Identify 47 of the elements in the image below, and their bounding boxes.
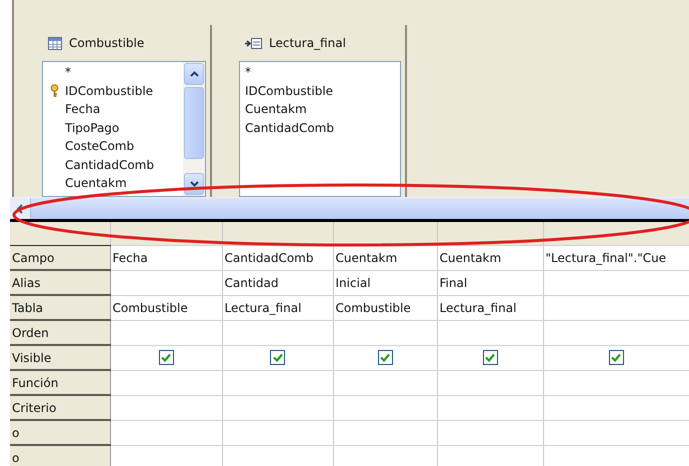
row-label: Tabla xyxy=(10,295,110,320)
scroll-thumb[interactable] xyxy=(184,87,204,159)
grid-cell[interactable]: Lectura_final xyxy=(222,295,333,320)
field-name[interactable]: Cuentakm xyxy=(245,100,307,118)
grid-cell[interactable]: Fecha xyxy=(110,246,222,270)
table-icon xyxy=(48,36,62,50)
field-name[interactable]: Cuentakm xyxy=(65,174,127,192)
horizontal-scrollbar[interactable] xyxy=(10,197,689,219)
field-name[interactable]: Fecha xyxy=(65,100,100,118)
scroll-up-button[interactable] xyxy=(184,63,204,85)
grid-cell[interactable]: Combustible xyxy=(110,295,222,320)
row-label: Orden xyxy=(10,320,110,345)
grid-cell[interactable]: Combustible xyxy=(333,295,437,320)
field-name[interactable]: * xyxy=(65,63,71,82)
grid-cell[interactable]: Cuentakm xyxy=(437,246,543,270)
grid-cell[interactable]: Lectura_final xyxy=(437,295,543,320)
grid-cell[interactable]: Cuentakm xyxy=(333,246,437,270)
row-label: Función xyxy=(10,370,110,395)
table-title: Combustible xyxy=(69,36,144,50)
field-name[interactable]: IDCombustible xyxy=(245,82,334,100)
grid-cell[interactable]: Cantidad xyxy=(222,270,333,295)
row-label: Visible xyxy=(10,345,110,370)
query-icon xyxy=(245,38,262,48)
grid-cell[interactable]: "Lectura_final"."Cue xyxy=(543,246,689,270)
field-name[interactable]: IDCombustible xyxy=(65,82,154,100)
field-name[interactable]: * xyxy=(245,63,251,82)
row-label: o xyxy=(10,420,110,445)
visible-checkbox[interactable] xyxy=(270,350,285,366)
visible-checkbox[interactable] xyxy=(378,350,392,366)
field-name[interactable]: CantidadComb xyxy=(65,156,154,174)
field-name[interactable]: CosteComb xyxy=(65,137,134,156)
field-name[interactable]: TipoPago xyxy=(65,118,120,137)
visible-checkbox[interactable] xyxy=(608,350,624,366)
field-list[interactable]: * IDCombustible Cuentakm CantidadComb xyxy=(239,61,401,197)
visible-checkbox[interactable] xyxy=(482,350,498,366)
vertical-scrollbar[interactable] xyxy=(183,62,205,196)
table-title: Lectura_final xyxy=(269,36,346,50)
row-label: o xyxy=(10,445,110,466)
field-list[interactable]: * IDCombustible Fecha TipoPago CosteComb CantidadComb Cuentakm xyxy=(42,61,206,197)
grid-cell[interactable]: Final xyxy=(437,270,543,295)
row-label: Criterio xyxy=(10,395,110,420)
grid-cell[interactable]: CantidadComb xyxy=(222,246,333,270)
field-name[interactable]: CantidadComb xyxy=(245,118,334,137)
row-label: Campo xyxy=(10,246,110,270)
grid-cell[interactable]: Inicial xyxy=(333,270,437,295)
visible-checkbox[interactable] xyxy=(158,350,174,366)
row-label: Alias xyxy=(10,270,110,295)
